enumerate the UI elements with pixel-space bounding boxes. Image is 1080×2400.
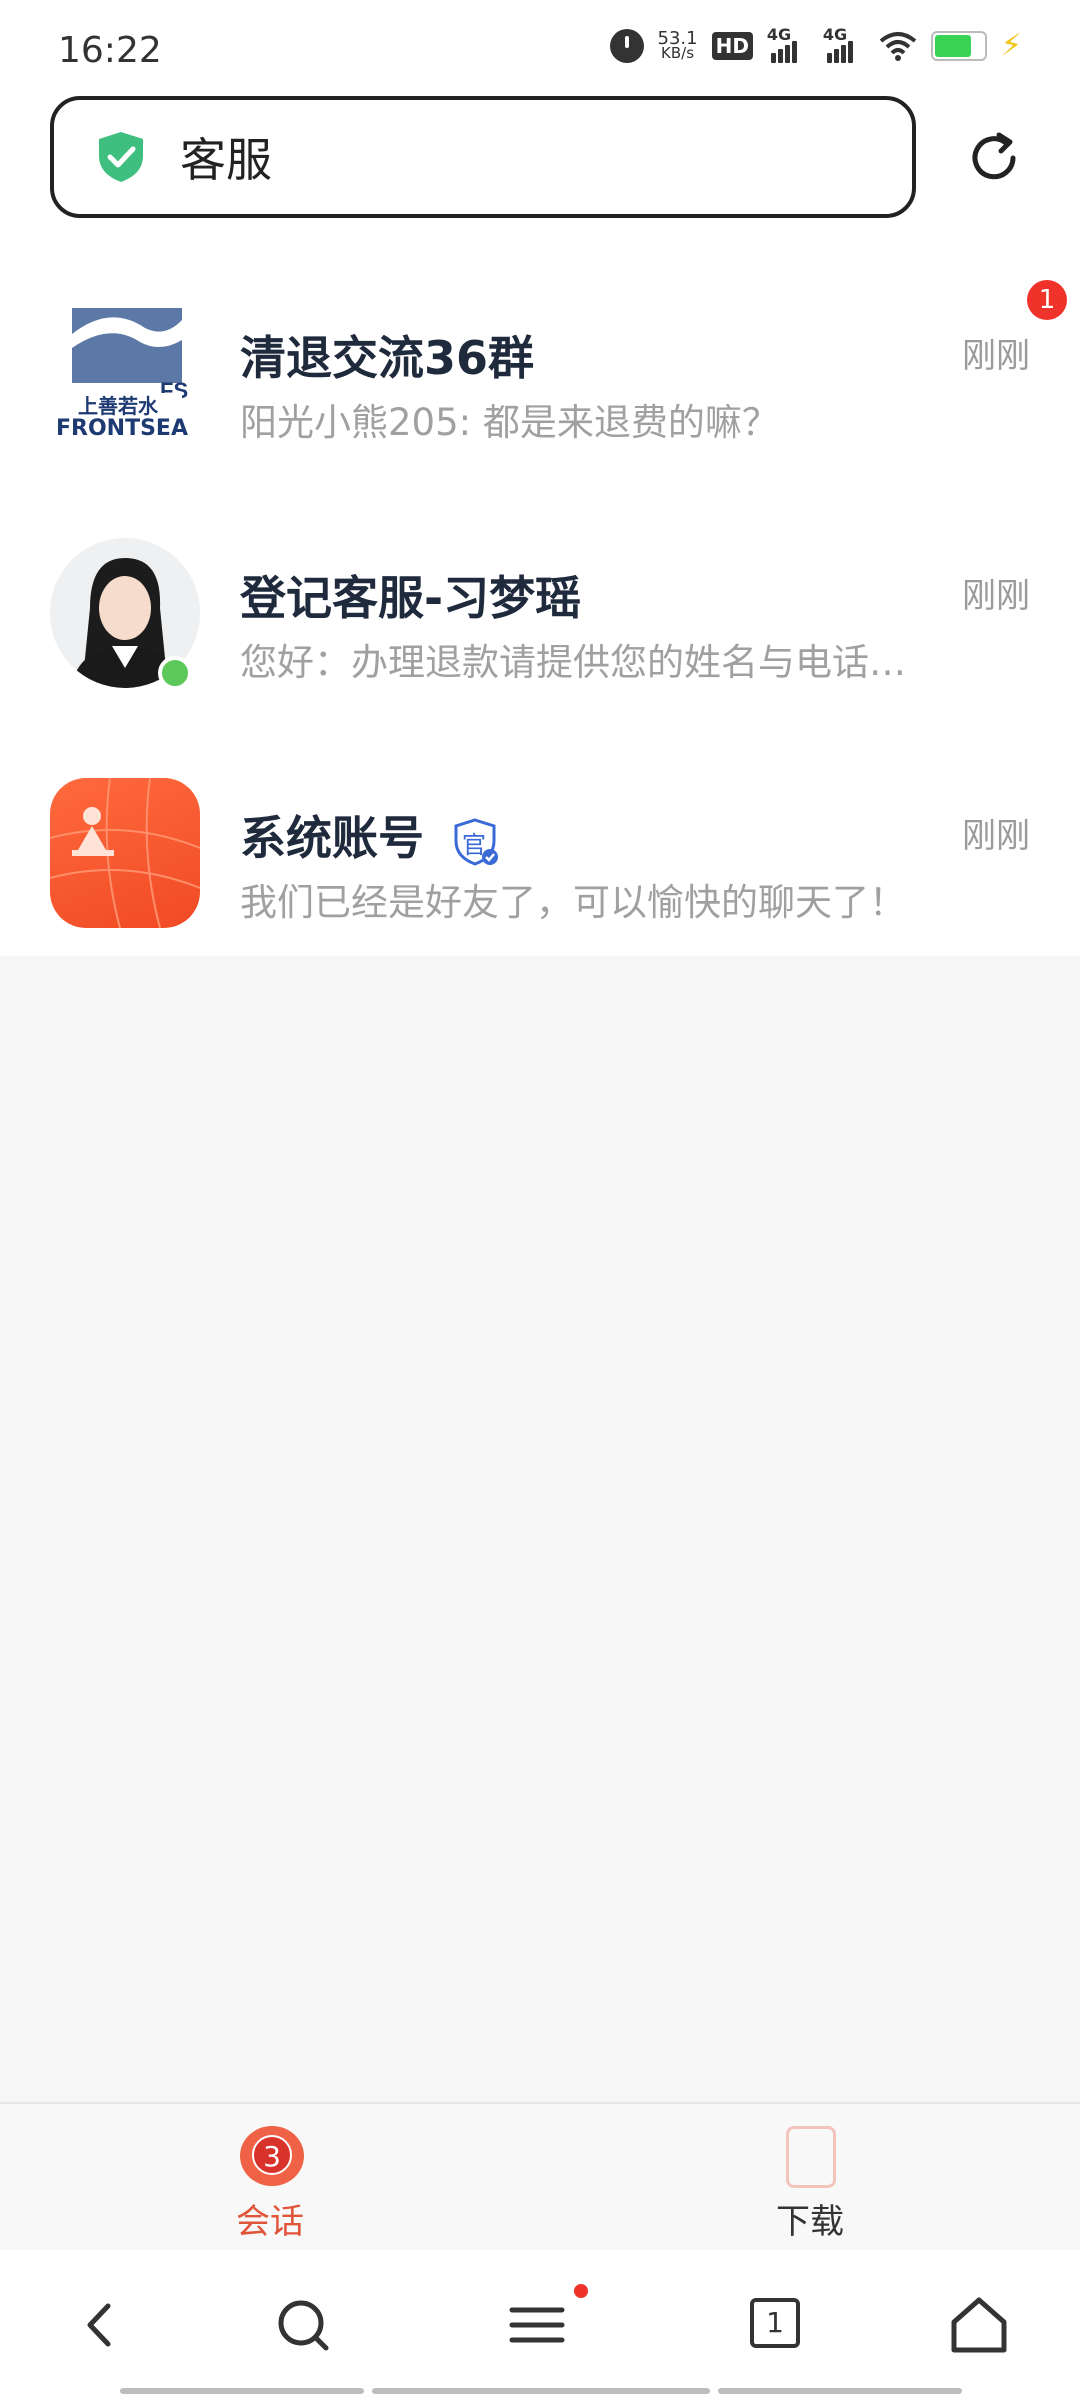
back-icon[interactable] — [66, 2290, 136, 2360]
tabs-icon: 1 — [750, 2298, 800, 2348]
tab-label: 下载 — [776, 2202, 844, 2242]
chat-time: 刚刚 — [962, 336, 1030, 376]
chat-title: 清退交流36群 — [240, 331, 535, 385]
chat-title: 系统账号 官 — [240, 802, 500, 868]
tab-count: 1 — [766, 2306, 784, 2339]
chat-title: 登记客服-习梦瑶 — [240, 571, 582, 625]
home-icon[interactable] — [944, 2290, 1014, 2360]
chat-item-system[interactable]: 系统账号 官 刚刚 我们已经是好友了，可以愉快的聊天了！ — [0, 716, 1080, 956]
chat-title-text: 系统账号 — [240, 811, 424, 865]
refresh-icon[interactable] — [966, 130, 1022, 186]
bottom-tab-bar: 3 会话 下载 — [0, 2102, 1080, 2252]
gesture-bar-right — [718, 2388, 962, 2394]
gesture-bar-center — [372, 2388, 710, 2394]
gesture-bar-left — [120, 2388, 364, 2394]
chat-time: 刚刚 — [962, 576, 1030, 616]
search-query: 客服 — [180, 133, 272, 187]
chat-preview: 阳光小熊205: 都是来退费的嘛？ — [240, 401, 779, 444]
chat-item-agent[interactable]: 登记客服-习梦瑶 刚刚 您好：办理退款请提供您的姓名与电话… — [0, 476, 1080, 716]
official-label: 官 — [462, 830, 487, 859]
menu-notification-dot — [574, 2284, 588, 2298]
logo-text-en: FRONTSEA — [56, 416, 188, 441]
signal-icon-2: 4G — [823, 25, 865, 63]
chat-preview: 我们已经是好友了，可以愉快的聊天了！ — [240, 881, 906, 924]
tab-label: 会话 — [236, 2202, 304, 2242]
chat-time: 刚刚 — [962, 816, 1030, 856]
chat-bubble-icon: 3 — [240, 2126, 304, 2190]
signal-icon-1: 4G — [767, 25, 809, 63]
network-type-2: 4G — [822, 24, 848, 44]
status-time: 16:22 — [58, 30, 162, 71]
chat-list: FS 上善若水 FRONTSEA 清退交流36群 刚刚 阳光小熊205: 都是来… — [0, 236, 1080, 956]
browser-nav-bar: 1 — [0, 2250, 1080, 2400]
download-icon — [780, 2126, 844, 2190]
unread-badge: 1 — [1027, 280, 1067, 320]
charging-icon: ⚡ — [1000, 28, 1022, 63]
group-avatar: FS 上善若水 FRONTSEA — [50, 298, 200, 448]
chat-item-group[interactable]: FS 上善若水 FRONTSEA 清退交流36群 刚刚 阳光小熊205: 都是来… — [0, 236, 1080, 476]
official-verified-icon: 官 — [454, 817, 500, 867]
system-logo-icon — [50, 778, 200, 928]
system-avatar — [50, 778, 200, 928]
search-icon[interactable] — [268, 2290, 338, 2360]
tab-conversations[interactable]: 3 会话 — [170, 2104, 370, 2252]
shield-check-icon — [99, 132, 143, 182]
network-type-1: 4G — [766, 24, 792, 44]
search-input[interactable]: 客服 — [50, 96, 916, 218]
tab-badge: 3 — [252, 2135, 292, 2175]
menu-icon[interactable] — [502, 2290, 572, 2360]
chat-preview: 您好：办理退款请提供您的姓名与电话… — [240, 641, 906, 684]
tab-download[interactable]: 下载 — [710, 2104, 910, 2252]
logo-text-cn: 上善若水 — [78, 394, 158, 418]
speed-unit: KB/s — [661, 43, 695, 62]
battery-icon — [930, 30, 987, 61]
alarm-icon — [609, 28, 644, 63]
network-speed: 53.1 KB/s — [658, 29, 698, 62]
status-bar: 16:22 53.1 KB/s HD 4G 4G ⚡ — [0, 0, 1080, 96]
wifi-icon — [879, 31, 917, 61]
hd-icon: HD — [711, 31, 753, 60]
online-status-dot — [158, 656, 192, 690]
tabs-button[interactable]: 1 — [742, 2290, 812, 2360]
search-header: 客服 — [0, 96, 1080, 236]
status-icons: 53.1 KB/s HD 4G 4G ⚡ — [609, 25, 1022, 63]
